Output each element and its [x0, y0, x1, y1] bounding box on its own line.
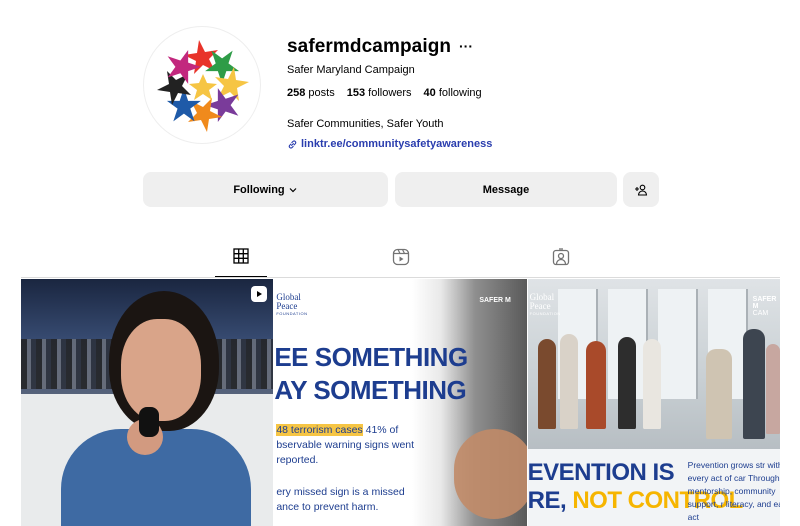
following-stat[interactable]: 40 following: [424, 87, 482, 99]
campaign-brand-sub: CAM: [752, 310, 769, 317]
post-paragraph-1: 48 terrorism cases 41% of bservable warn…: [276, 423, 426, 468]
post-image-person-face: [121, 319, 201, 421]
foundation-logo: Global Peace FOUNDATION: [529, 293, 561, 317]
post-headline-2a: RE,: [527, 487, 573, 514]
post-paragraph: Prevention grows str with every act of c…: [687, 460, 780, 522]
posts-label: posts: [308, 87, 335, 99]
campaign-brand: SAFER M CAM: [753, 296, 780, 317]
logo-line-2: Peace: [276, 301, 298, 311]
campaign-brand: SAFER M: [479, 297, 511, 304]
post-image-microphone: [139, 407, 159, 437]
more-options-icon[interactable]: ···: [459, 38, 473, 54]
office-person: [617, 337, 636, 429]
reels-icon: [392, 248, 410, 266]
add-user-icon: [635, 184, 648, 196]
play-icon: [257, 291, 263, 297]
post-image-hand: [454, 429, 527, 519]
office-person: [642, 339, 661, 429]
post-highlight: 48 terrorism cases: [276, 424, 363, 436]
followers-stat[interactable]: 153 followers: [347, 87, 412, 99]
post-image-office: [527, 279, 780, 449]
followers-count: 153: [346, 87, 366, 99]
foundation-logo: Global Peace FOUNDATION: [276, 293, 308, 317]
tab-posts[interactable]: [215, 248, 267, 278]
post-text-2b: ance to prevent harm.: [276, 501, 379, 513]
post-headline-2: AY SOMETHING: [274, 375, 467, 405]
post-tile[interactable]: Global Peace FOUNDATION SAFER M CAM EVEN…: [527, 279, 780, 526]
office-person: [742, 329, 765, 439]
office-person: [559, 334, 578, 429]
following-label: following: [438, 87, 482, 99]
following-count: 40: [423, 87, 436, 99]
profile-bio: Safer Communities, Safer Youth: [287, 118, 444, 130]
profile-page: safermdcampaign ··· Safer Maryland Campa…: [0, 0, 800, 526]
profile-username: safermdcampaign: [287, 36, 452, 57]
message-button[interactable]: Message: [395, 172, 617, 207]
grid-icon: [233, 248, 249, 264]
reel-badge-icon: [251, 286, 268, 302]
tab-reels[interactable]: [375, 248, 427, 278]
followers-label: followers: [368, 87, 412, 99]
logo-line-3: FOUNDATION: [529, 311, 561, 316]
office-person: [585, 341, 606, 429]
following-button-label: Following: [233, 183, 285, 196]
posts-count: 258: [287, 87, 306, 99]
tab-divider: [21, 277, 780, 278]
link-icon: [288, 139, 297, 149]
office-person: [765, 344, 780, 434]
logo-line-3: FOUNDATION: [276, 311, 308, 316]
profile-link-text: linktr.ee/communitysafetyawareness: [301, 138, 493, 150]
tagged-icon: [552, 248, 570, 266]
campaign-brand-name: SAFER M: [752, 296, 777, 310]
post-text-2a: ery missed sign is a missed: [276, 486, 405, 498]
office-window: [657, 289, 698, 399]
profile-link[interactable]: linktr.ee/communitysafetyawareness: [287, 138, 492, 150]
following-button[interactable]: Following: [143, 172, 388, 207]
post-tile[interactable]: [21, 279, 274, 526]
profile-stats: 258 posts 153 followers 40 following: [287, 87, 482, 99]
post-headline-1: EVENTION IS: [527, 459, 675, 486]
profile-full-name: Safer Maryland Campaign: [287, 64, 415, 76]
post-tile[interactable]: Global Peace FOUNDATION SAFER M EE SOMET…: [274, 279, 527, 526]
office-person: [537, 339, 556, 429]
profile-avatar[interactable]: [143, 26, 261, 144]
tab-tagged[interactable]: [535, 248, 587, 278]
posts-grid: Global Peace FOUNDATION SAFER M EE SOMET…: [21, 279, 780, 526]
post-paragraph-2: ery missed sign is a missed ance to prev…: [276, 485, 426, 515]
post-text-1a: 41% of: [362, 424, 399, 436]
office-person: [705, 349, 732, 439]
posts-stat: 258 posts: [287, 87, 335, 99]
chevron-down-icon: [289, 187, 297, 192]
message-button-label: Message: [482, 183, 530, 196]
post-text-1c: reported.: [276, 454, 319, 466]
add-user-button[interactable]: [623, 172, 659, 207]
post-headline-1: EE SOMETHING: [274, 342, 468, 372]
logo-line-2: Peace: [529, 301, 551, 311]
post-text-1b: bservable warning signs went: [276, 439, 415, 451]
campaign-logo-icon: [157, 40, 249, 132]
